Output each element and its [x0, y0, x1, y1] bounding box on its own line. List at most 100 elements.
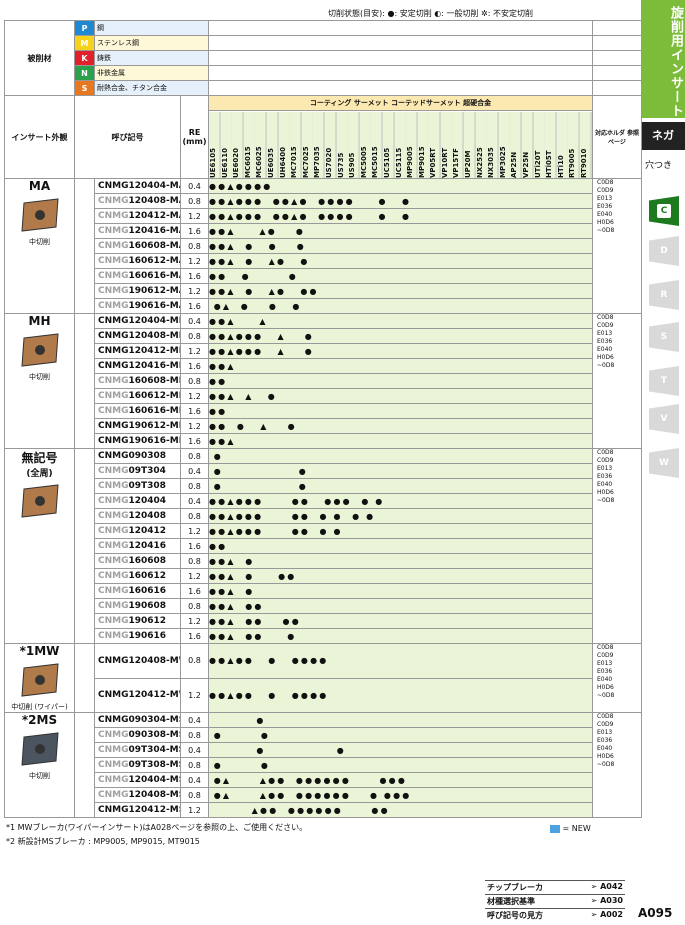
- insert-image: [20, 484, 59, 518]
- holder-page[interactable]: C0D9: [597, 457, 641, 465]
- holder-page[interactable]: C0D8: [597, 645, 641, 653]
- insert-code: CNMG090304-MS: [94, 712, 181, 728]
- holder-page[interactable]: ~0D8: [597, 497, 641, 505]
- re-value: 1.6: [180, 358, 209, 374]
- holder-page[interactable]: C0D9: [597, 652, 641, 660]
- insert-row: CNMG120408 0.8 ●●▲●●● ●● ● ● ● ●: [5, 508, 642, 524]
- holder-page[interactable]: H0D6: [597, 684, 641, 692]
- spacer-cell: [74, 448, 95, 644]
- grade-marks: ●●▲●●● ▲ ●: [208, 328, 593, 344]
- insert-code: CNMG120408-MH: [94, 328, 181, 344]
- grade-header-row: インサート外観 呼び記号 RE (mm) コーティング サーメット コーテッドサーメット…: [4, 95, 642, 179]
- insert-row: CNMG190616-MH 1.6 ●●▲: [5, 433, 642, 449]
- re-value: 1.2: [180, 388, 209, 404]
- insert-code: CNMG120412: [94, 523, 181, 539]
- code-prefix: CNMG: [98, 775, 129, 785]
- tab-s[interactable]: S: [649, 322, 679, 352]
- holder-page[interactable]: E013: [597, 729, 641, 737]
- holder-pages: C0D8 C0D9 E013 E036 E040 H0D6 ~0D8: [592, 313, 642, 449]
- grade-name: UE6035: [266, 111, 279, 178]
- code-body: 120408: [128, 511, 167, 521]
- tab-v[interactable]: V: [649, 404, 679, 434]
- holder-page[interactable]: C0D8: [597, 315, 641, 323]
- holder-page[interactable]: C0D8: [597, 450, 641, 458]
- grade-marks: ●●▲●● ● ●●●●: [208, 643, 593, 679]
- code-prefix: CNMG: [98, 631, 129, 641]
- holder-page[interactable]: E040: [597, 481, 641, 489]
- tab-w[interactable]: W: [649, 448, 679, 478]
- holder-page[interactable]: C0D8: [597, 180, 641, 188]
- grade-name: VP10RT: [440, 111, 453, 178]
- holder-page[interactable]: E036: [597, 338, 641, 346]
- grade-name: UP20M: [464, 111, 476, 178]
- grade-marks: ●●▲ ●: [208, 553, 593, 569]
- grade-marks: ●●▲●●● ●● ●●● ● ●: [208, 493, 593, 509]
- holder-pages: C0D8 C0D9 E013 E036 E040 H0D6 ~0D8: [592, 712, 642, 818]
- tab-c[interactable]: C: [649, 196, 679, 226]
- holder-page[interactable]: E013: [597, 465, 641, 473]
- holder-page[interactable]: H0D6: [597, 354, 641, 362]
- holder-page[interactable]: C0D9: [597, 322, 641, 330]
- re-value: 1.2: [180, 253, 209, 269]
- re-value: 0.4: [180, 493, 209, 509]
- code-body: 190616-MA: [128, 301, 181, 311]
- grade-name: UTi20T: [533, 111, 546, 178]
- insert-code: CNMG120412-MH: [94, 343, 181, 359]
- insert-row: CNMG190612-MA 1.2 ●●▲ ● ▲● ●●: [5, 283, 642, 299]
- holder-page[interactable]: E040: [597, 211, 641, 219]
- insert-row: CNMG120412-MA 1.2 ●●▲●●● ●●▲● ●●●● ● ●: [5, 208, 642, 224]
- holder-page[interactable]: E040: [597, 676, 641, 684]
- holder-page[interactable]: H0D6: [597, 219, 641, 227]
- ref-row[interactable]: チップブレーカ ➢ A042: [485, 880, 625, 894]
- holder-page[interactable]: E036: [597, 737, 641, 745]
- re-value: 0.8: [180, 238, 209, 254]
- holder-page[interactable]: ~0D8: [597, 362, 641, 370]
- insert-row: CNMG190616-MA 1.6 ●▲ ● ● ●: [5, 298, 642, 314]
- insert-row: CNMG160608-MA 0.8 ●●▲ ● ● ●: [5, 238, 642, 254]
- code-body: 160608: [128, 556, 167, 566]
- grade-name: MC7025: [301, 111, 314, 178]
- holder-page[interactable]: H0D6: [597, 489, 641, 497]
- insert-code: CNMG120404-MH: [94, 313, 181, 329]
- insert-row: CNMG160612-MH1.2●●▲ ▲ ●: [5, 388, 642, 404]
- holder-page[interactable]: E013: [597, 195, 641, 203]
- ref-row[interactable]: 呼び記号の見方 ➢ A002: [485, 908, 625, 922]
- tab-r[interactable]: R: [649, 280, 679, 310]
- insert-row: CNMG09T308-MS 0.8 ● ●: [5, 757, 642, 773]
- holder-page[interactable]: ~0D8: [597, 692, 641, 700]
- shape-sub-label: (全周): [26, 469, 53, 479]
- holder-header: 対応ホルダ 参照ページ: [592, 95, 642, 179]
- code-prefix: CNMG: [98, 541, 129, 551]
- holder-page[interactable]: E040: [597, 745, 641, 753]
- tab-t[interactable]: T: [649, 366, 679, 396]
- insert-code: CNMG190616-MA: [94, 298, 181, 314]
- insert-shape-cell: *1MW 中切削 (ワイパー): [4, 643, 75, 713]
- insert-code: CNMG120416-MH: [94, 358, 181, 374]
- re-value: 0.8: [180, 448, 209, 464]
- code-body: CNMG090304-MS: [98, 715, 181, 725]
- grade-marks: ●●: [208, 403, 593, 419]
- holder-page[interactable]: C0D8: [597, 714, 641, 722]
- holder-page[interactable]: ~0D8: [597, 227, 641, 235]
- holder-page[interactable]: E013: [597, 660, 641, 668]
- spacer-cell: [74, 712, 95, 818]
- tab-d[interactable]: D: [649, 236, 679, 266]
- empty-cell: [592, 35, 642, 51]
- material-name: 非鉄金属: [94, 65, 209, 81]
- insert-row: CNMG190616 1.6 ●●▲ ●● ●: [5, 628, 642, 644]
- ref-row[interactable]: 材種選択基準 ➢ A030: [485, 894, 625, 908]
- holder-page[interactable]: E036: [597, 473, 641, 481]
- holder-page[interactable]: C0D9: [597, 721, 641, 729]
- holder-page[interactable]: E036: [597, 668, 641, 676]
- insert-row: CNMG120412-MW 1.2 ●●▲●● ● ●●●●: [5, 677, 642, 713]
- insert-code: CNMG190616-MH: [94, 433, 181, 449]
- holder-page[interactable]: E040: [597, 346, 641, 354]
- holder-page[interactable]: ~0D8: [597, 761, 641, 769]
- holder-page[interactable]: C0D9: [597, 187, 641, 195]
- holder-page[interactable]: E036: [597, 203, 641, 211]
- holder-page[interactable]: E013: [597, 330, 641, 338]
- empty-cell: [592, 50, 642, 66]
- code-prefix: CNMG: [98, 730, 129, 740]
- insert-row: CNMG160608 0.8 ●●▲ ●: [5, 553, 642, 569]
- holder-page[interactable]: H0D6: [597, 753, 641, 761]
